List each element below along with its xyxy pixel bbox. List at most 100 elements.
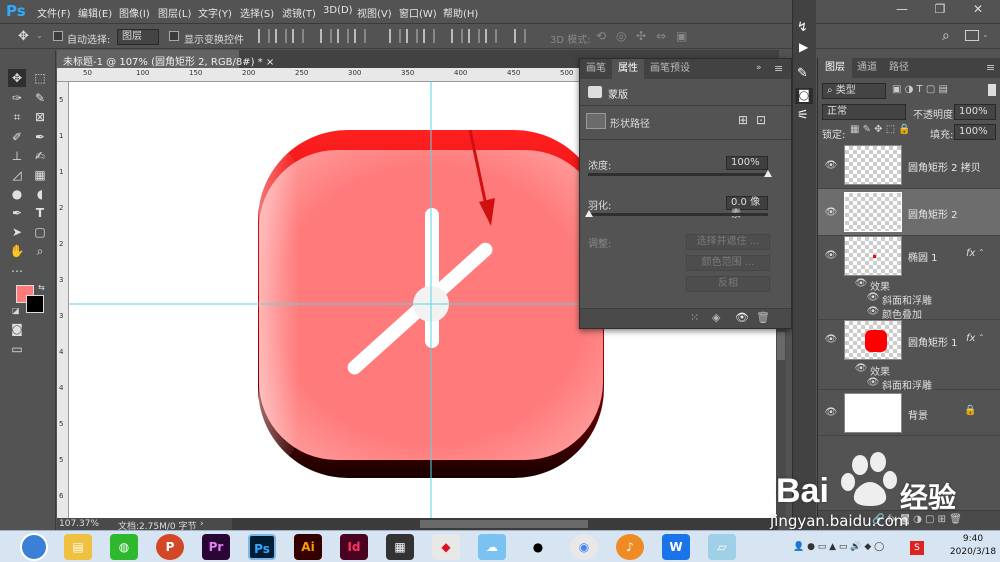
delete-mask-icon[interactable]: 🗑: [756, 311, 770, 324]
feather-slider-thumb[interactable]: [585, 210, 593, 217]
lock-options-icon[interactable]: ▦ ✎ ✥ ⬚ 🔒: [850, 124, 911, 135]
eye-icon[interactable]: 👁: [854, 278, 868, 289]
eraser-tool[interactable]: ◿: [8, 166, 26, 184]
eye-icon[interactable]: 👁: [824, 334, 838, 345]
close-icon[interactable]: ✕: [968, 2, 988, 20]
menu-3d[interactable]: 3D(D): [323, 5, 353, 16]
menu-select[interactable]: 选择(S): [240, 5, 274, 20]
background-color-swatch[interactable]: [26, 295, 44, 313]
qq-icon[interactable]: ●: [524, 534, 552, 560]
3d-slide-icon[interactable]: ⇔: [656, 29, 666, 43]
3d-rotate-icon[interactable]: ⟲: [596, 29, 606, 43]
collapse-panel-icon[interactable]: »: [756, 63, 762, 73]
vector-mask-thumbnail[interactable]: [586, 113, 606, 129]
menu-window[interactable]: 窗口(W): [399, 5, 437, 20]
add-pixel-mask-icon[interactable]: ⊞: [738, 113, 748, 127]
layer-filter-dropdown[interactable]: ⌕ 类型: [822, 83, 886, 99]
close-tab-icon[interactable]: ×: [266, 57, 274, 68]
music-app-icon[interactable]: ♪: [616, 534, 644, 560]
layer-name[interactable]: 椭圆 1: [908, 249, 938, 264]
show-transform-checkbox[interactable]: [169, 31, 179, 41]
eye-icon[interactable]: 👁: [866, 292, 880, 303]
layer-row[interactable]: 👁 背景 🔒: [818, 390, 1000, 436]
chevron-down-icon[interactable]: ⌄: [36, 31, 43, 40]
distribute-bottom-icon[interactable]: [423, 29, 435, 43]
eye-icon[interactable]: 👁: [854, 363, 868, 374]
menu-file[interactable]: 文件(F): [37, 5, 71, 20]
eye-icon[interactable]: 👁: [824, 207, 838, 218]
distribute-top-icon[interactable]: [389, 29, 401, 43]
fx-badge[interactable]: fx: [966, 248, 975, 259]
menu-type[interactable]: 文字(Y): [198, 5, 232, 20]
load-selection-icon[interactable]: ⁙: [690, 311, 699, 324]
visibility-icon[interactable]: 👁: [735, 311, 749, 324]
wechat-icon[interactable]: ◍: [110, 534, 138, 560]
lasso-tool[interactable]: ✑: [8, 89, 26, 107]
powerpoint-icon[interactable]: P: [156, 534, 184, 560]
distribute-right-icon[interactable]: [485, 29, 497, 43]
horizontal-scroll-thumb[interactable]: [420, 520, 588, 528]
pen-tool[interactable]: ✒: [8, 204, 26, 222]
illustrator-icon[interactable]: Ai: [294, 534, 322, 560]
distribute-vcenter-icon[interactable]: [406, 29, 418, 43]
collapse-effects-icon[interactable]: ⌃: [978, 248, 985, 257]
invert-button[interactable]: 反相: [686, 276, 770, 292]
history-brush-tool[interactable]: ✍: [31, 147, 49, 165]
align-right-icon[interactable]: [292, 29, 304, 43]
crop-tool[interactable]: ⌗: [8, 108, 26, 126]
wps-icon[interactable]: W: [662, 534, 690, 560]
clock-time[interactable]: 9:40: [950, 534, 996, 544]
align-top-icon[interactable]: [320, 29, 332, 43]
blend-mode-dropdown[interactable]: 正常: [822, 104, 906, 120]
menu-layer[interactable]: 图层(L): [158, 5, 191, 20]
menu-help[interactable]: 帮助(H): [443, 5, 478, 20]
hand-tool[interactable]: ✋: [8, 242, 26, 260]
move-tool-icon[interactable]: ✥: [18, 29, 29, 44]
auto-select-checkbox[interactable]: [53, 31, 63, 41]
brush-settings-icon[interactable]: ✎: [797, 66, 808, 81]
3d-roll-icon[interactable]: ◎: [616, 29, 626, 43]
eyedropper-tool[interactable]: ✐: [8, 128, 26, 146]
adjustments-icon[interactable]: ⚟: [797, 108, 809, 123]
stamp-tool[interactable]: ⊥: [8, 147, 26, 165]
layer-name[interactable]: 圆角矩形 2: [908, 206, 958, 221]
eye-icon[interactable]: 👁: [824, 407, 838, 418]
effect-item[interactable]: 斜面和浮雕: [882, 292, 932, 307]
minimize-icon[interactable]: —: [892, 2, 912, 20]
photoshop-icon[interactable]: Ps: [248, 534, 276, 560]
workspace-chevron-icon[interactable]: ⌄: [982, 30, 989, 39]
effects-label[interactable]: 效果: [870, 278, 890, 293]
menu-edit[interactable]: 编辑(E): [78, 5, 112, 20]
layer-name[interactable]: 圆角矩形 1: [908, 334, 958, 349]
tab-layers[interactable]: 图层: [818, 58, 852, 78]
fill-input[interactable]: 100%: [954, 124, 996, 140]
notes-app-icon[interactable]: ▱: [708, 534, 736, 560]
density-slider[interactable]: [588, 173, 768, 176]
distribute-hcenter-icon[interactable]: [468, 29, 480, 43]
tab-brush[interactable]: 画笔: [580, 59, 612, 79]
more-tools-icon[interactable]: ⋯: [8, 262, 26, 280]
path-select-tool[interactable]: ➤: [8, 223, 26, 241]
workspace-icon[interactable]: [965, 30, 979, 41]
brush-tool[interactable]: ✒: [31, 128, 49, 146]
eye-icon[interactable]: 👁: [866, 377, 880, 388]
start-button[interactable]: [20, 533, 48, 561]
layer-name[interactable]: 背景: [908, 407, 928, 422]
search-icon[interactable]: ⌕: [942, 28, 950, 44]
layer-name[interactable]: 圆角矩形 2 拷贝: [908, 159, 981, 174]
align-left-icon[interactable]: [258, 29, 270, 43]
3d-pan-icon[interactable]: ✣: [636, 29, 646, 43]
tray-icons[interactable]: 👤 ● ▭ ▲ ▭ 🔊 ◆ ◯: [793, 542, 884, 552]
tab-properties[interactable]: 属性: [612, 59, 644, 79]
filter-toggle-icon[interactable]: [988, 84, 996, 96]
add-vector-mask-icon[interactable]: ⊡: [756, 113, 766, 127]
distribute-left-icon[interactable]: [451, 29, 463, 43]
select-and-mask-button[interactable]: 选择并遮住 ...: [686, 234, 770, 250]
marquee-tool[interactable]: ⬚: [31, 69, 49, 87]
status-arrow-icon[interactable]: ›: [200, 519, 204, 529]
ime-icon[interactable]: S: [910, 541, 924, 555]
auto-select-dropdown[interactable]: 图层: [117, 29, 159, 45]
density-input[interactable]: 100%: [726, 156, 768, 170]
menu-view[interactable]: 视图(V): [357, 5, 392, 20]
density-slider-thumb[interactable]: [764, 170, 772, 177]
